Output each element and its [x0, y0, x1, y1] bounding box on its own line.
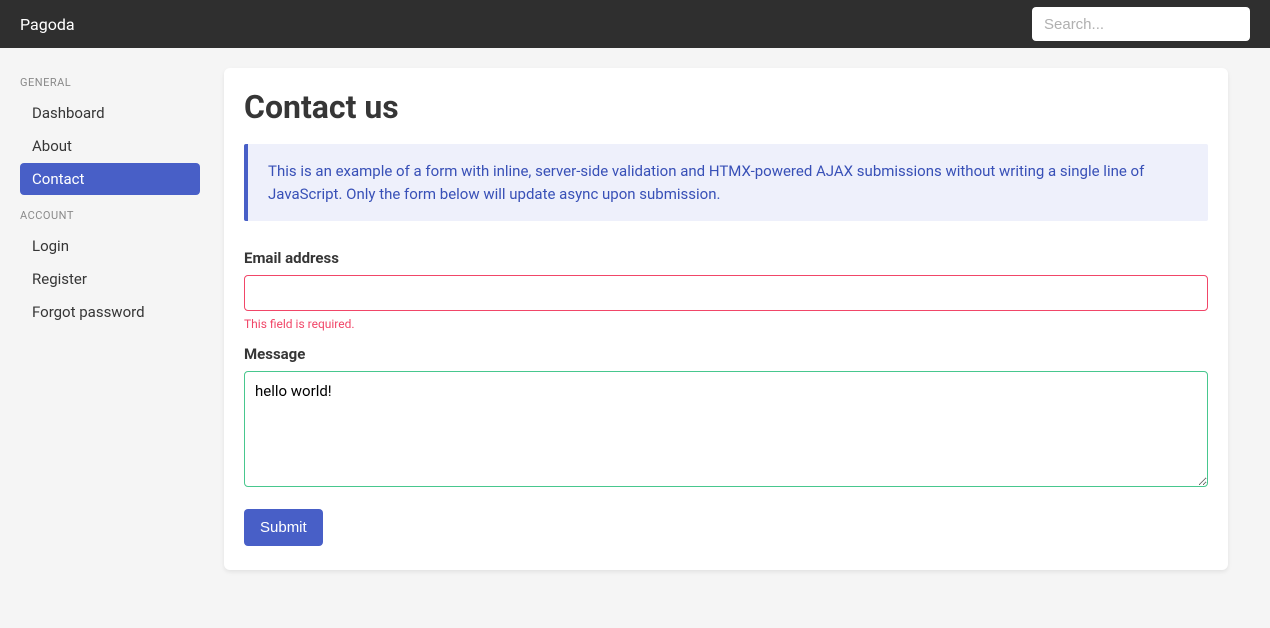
message-textarea[interactable]	[244, 371, 1208, 487]
sidebar-item-contact[interactable]: Contact	[20, 163, 200, 195]
sidebar-item-forgot-password[interactable]: Forgot password	[20, 296, 200, 328]
info-box: This is an example of a form with inline…	[244, 144, 1208, 221]
page-title: Contact us	[244, 88, 1208, 126]
email-label: Email address	[244, 249, 1208, 267]
contact-card: Contact us This is an example of a form …	[224, 68, 1228, 570]
search-input[interactable]	[1032, 7, 1250, 41]
sidebar-item-about[interactable]: About	[20, 130, 200, 162]
sidebar-item-login[interactable]: Login	[20, 230, 200, 262]
email-field-wrapper: Email address This field is required.	[244, 249, 1208, 331]
main-content: Contact us This is an example of a form …	[224, 48, 1270, 590]
sidebar-section-general-label: GENERAL	[20, 76, 224, 89]
message-label: Message	[244, 345, 1208, 363]
submit-button[interactable]: Submit	[244, 509, 323, 546]
message-field-wrapper: Message	[244, 345, 1208, 491]
sidebar: GENERAL Dashboard About Contact ACCOUNT …	[0, 48, 224, 590]
email-error: This field is required.	[244, 317, 1208, 331]
sidebar-item-register[interactable]: Register	[20, 263, 200, 295]
sidebar-section-account-label: ACCOUNT	[20, 209, 224, 222]
navbar-brand[interactable]: Pagoda	[20, 15, 75, 34]
sidebar-item-dashboard[interactable]: Dashboard	[20, 97, 200, 129]
email-input[interactable]	[244, 275, 1208, 311]
navbar: Pagoda	[0, 0, 1270, 48]
